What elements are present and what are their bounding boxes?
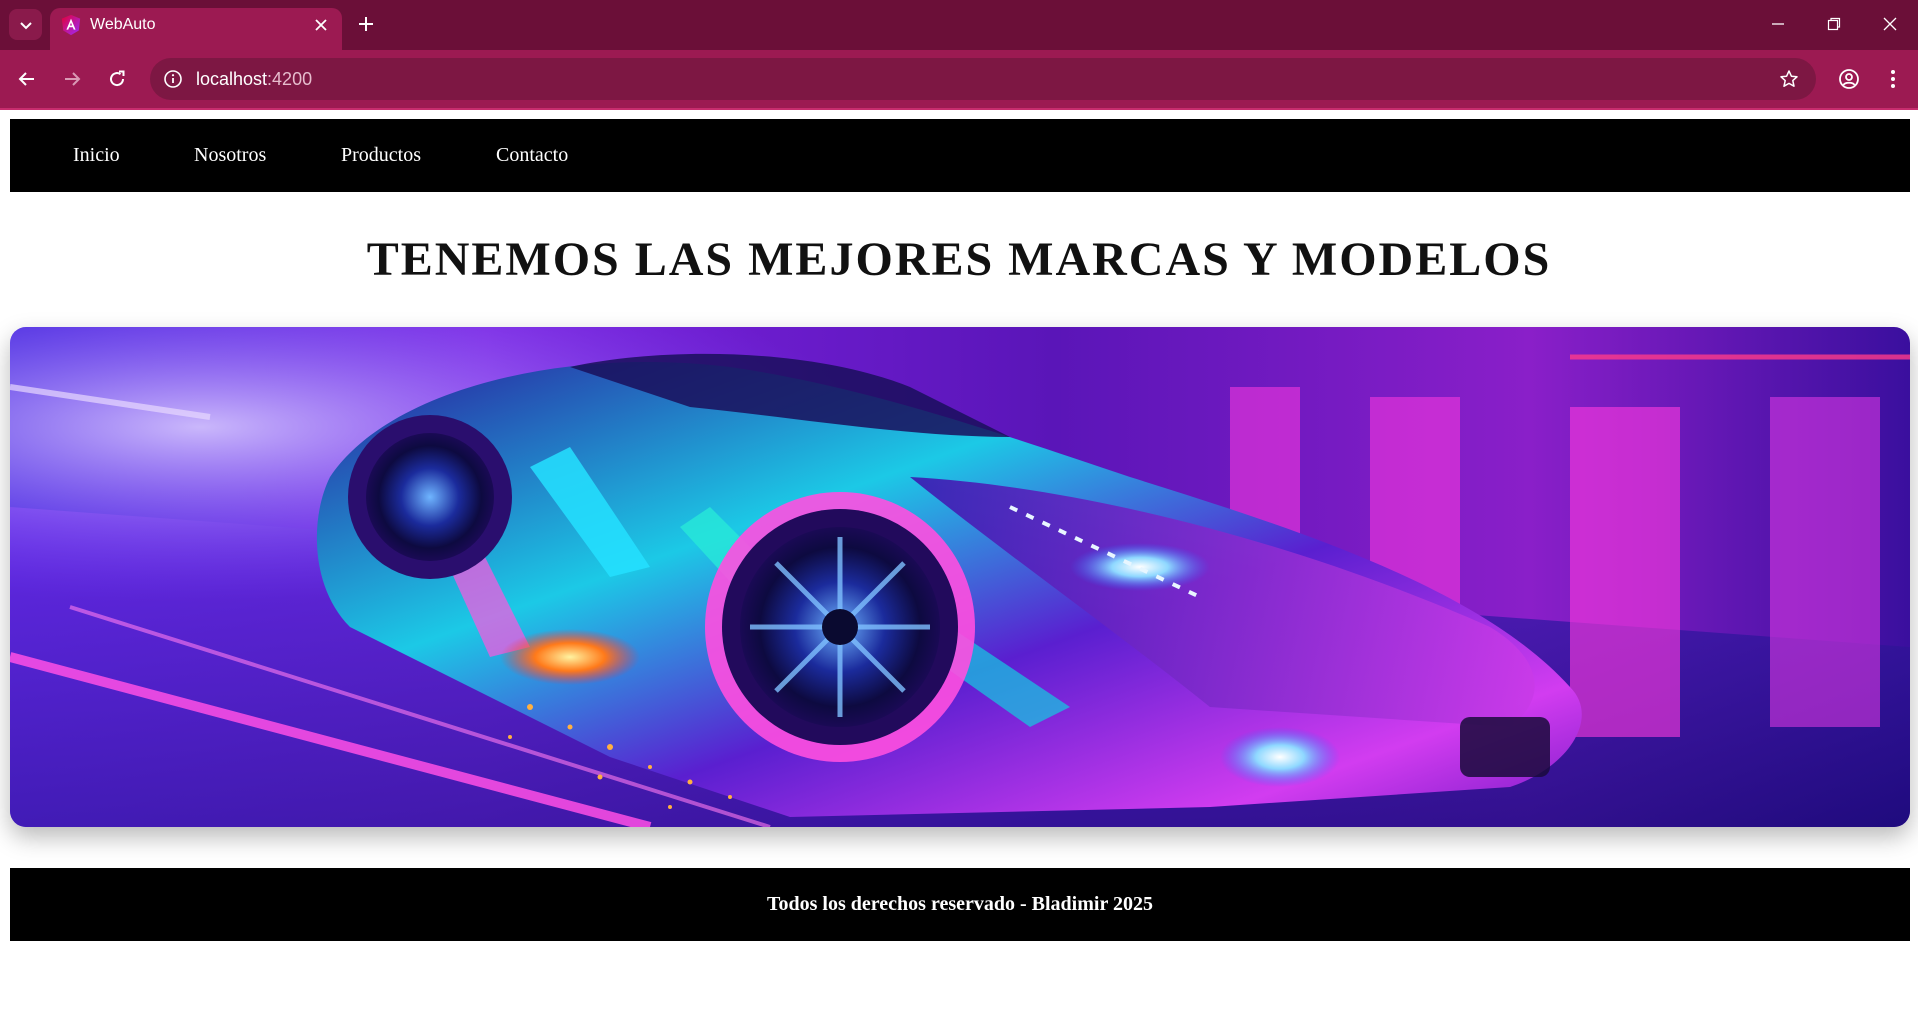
plus-icon [359,17,373,31]
profile-button[interactable] [1832,62,1866,96]
tab-strip: WebAuto [0,0,1918,50]
site-footer: Todos los derechos reservado - Bladimir … [10,868,1910,941]
restore-button[interactable] [1816,8,1852,40]
close-icon [1883,17,1897,31]
minimize-button[interactable] [1760,8,1796,40]
tab-title: WebAuto [90,16,156,33]
url-text: localhost:4200 [196,67,312,91]
new-tab-button[interactable] [352,10,380,38]
nav-link-productos[interactable]: Productos [341,143,421,167]
tab-search-button[interactable] [9,9,42,40]
profile-icon [1839,69,1859,89]
close-window-button[interactable] [1872,8,1908,40]
site-navbar: Inicio Nosotros Productos Contacto [10,119,1910,192]
minimize-icon [1772,23,1784,25]
url-port: :4200 [267,69,313,89]
footer-text: Todos los derechos reservado - Bladimir … [767,893,1153,915]
tab-close-button[interactable] [310,14,332,36]
page-headline: TENEMOS LAS MEJORES MARCAS Y MODELOS [366,233,1552,286]
restore-icon [1827,17,1841,31]
browser-menu-button[interactable] [1876,62,1910,96]
nav-link-nosotros[interactable]: Nosotros [194,143,266,167]
address-bar[interactable]: localhost:4200 [150,58,1816,100]
reload-icon [110,70,125,87]
browser-toolbar: localhost:4200 [0,50,1918,108]
nav-link-inicio[interactable]: Inicio [73,143,120,167]
toolbar-divider [0,108,1918,110]
hero-image [10,327,1910,827]
star-icon [1780,70,1798,87]
neon-sports-car-image [10,327,1910,827]
browser-tab[interactable]: WebAuto [50,8,342,50]
back-button[interactable] [10,62,44,96]
site-info-button[interactable] [160,66,186,92]
url-host: localhost [196,69,268,89]
chevron-down-icon [19,21,32,29]
reload-button[interactable] [100,62,134,96]
arrow-right-icon [65,72,81,86]
nav-link-contacto[interactable]: Contacto [496,143,568,167]
angular-logo-icon [61,14,81,36]
more-vert-icon [1891,70,1895,88]
close-icon [315,19,327,31]
bookmark-button[interactable] [1776,66,1802,92]
arrow-left-icon [18,72,34,86]
forward-button[interactable] [55,62,89,96]
info-icon [164,70,182,88]
